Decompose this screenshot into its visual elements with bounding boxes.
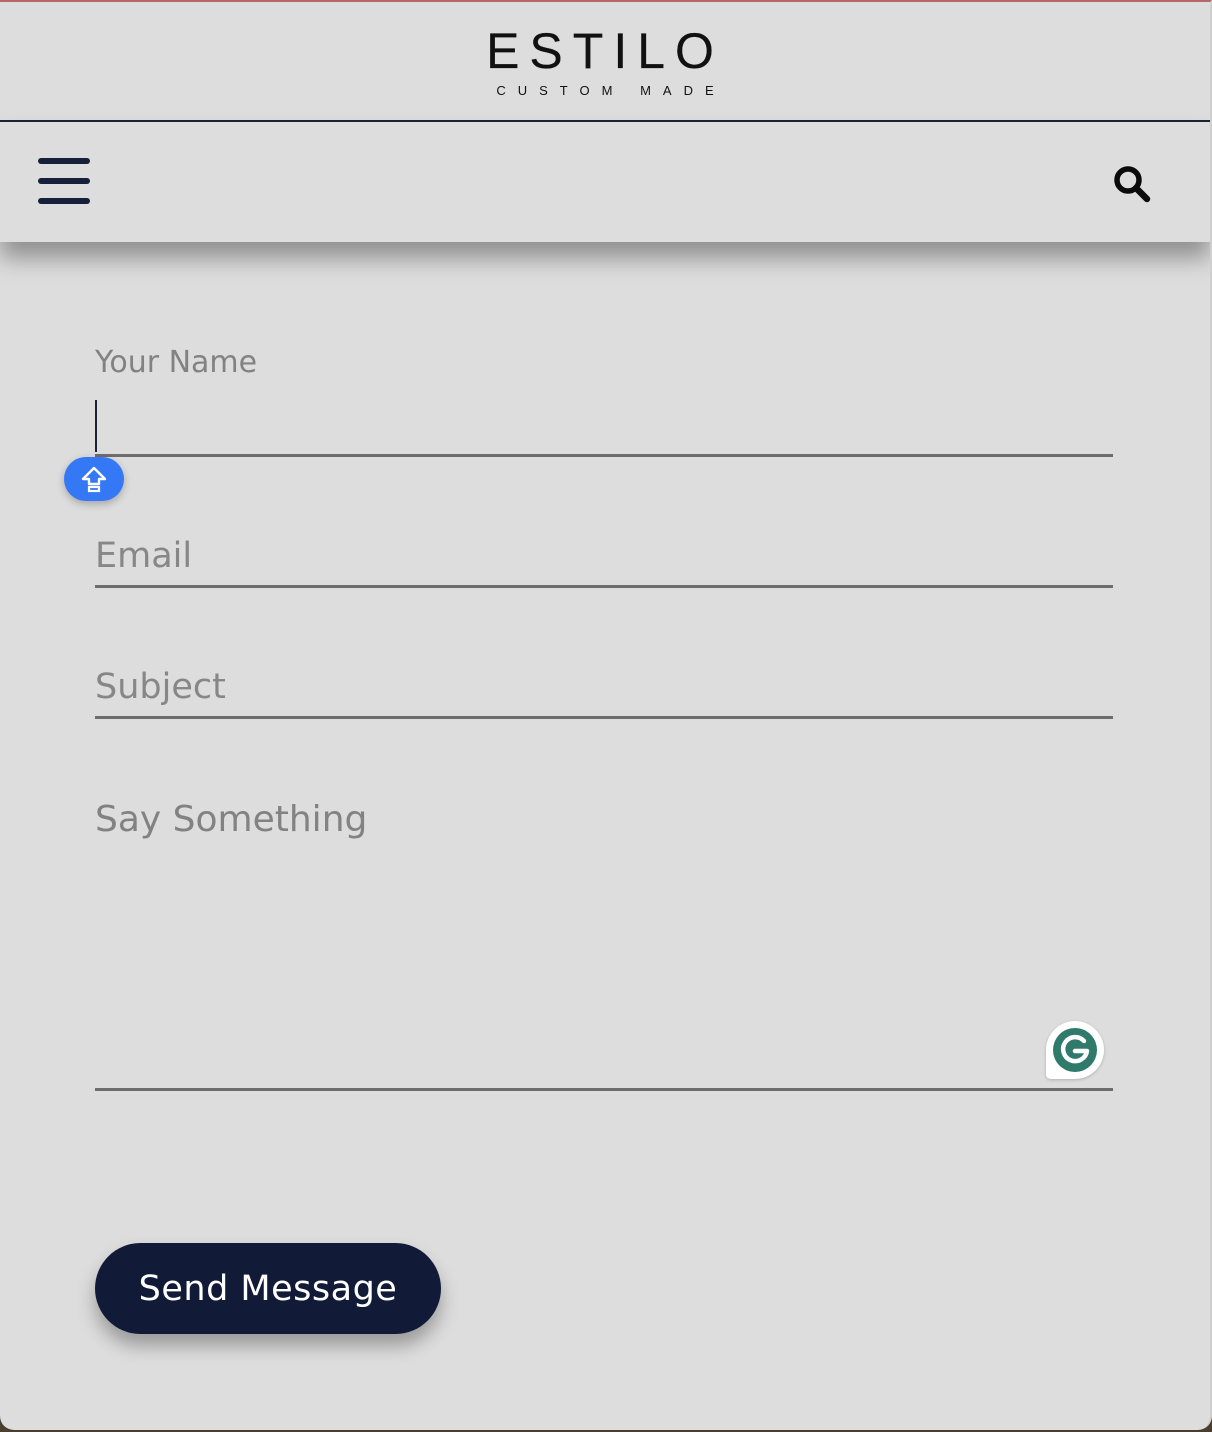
send-message-button[interactable]: Send Message bbox=[95, 1243, 441, 1334]
caps-lock-icon bbox=[81, 466, 107, 493]
grammarly-button[interactable] bbox=[1046, 1021, 1104, 1079]
message-field[interactable] bbox=[95, 782, 1113, 1091]
contact-page: ESTILO CUSTOM MADE Your Name Say So bbox=[0, 0, 1212, 1430]
subject-field[interactable] bbox=[95, 657, 1113, 719]
text-caret bbox=[95, 400, 97, 452]
hamburger-menu-icon[interactable] bbox=[38, 158, 90, 204]
grammarly-icon bbox=[1053, 1028, 1097, 1072]
nav-bar bbox=[0, 122, 1210, 242]
name-field[interactable] bbox=[95, 398, 1113, 457]
search-icon[interactable] bbox=[1110, 162, 1154, 206]
caps-lock-badge bbox=[64, 457, 124, 501]
name-field-label: Your Name bbox=[95, 345, 258, 380]
email-field[interactable] bbox=[95, 526, 1113, 588]
